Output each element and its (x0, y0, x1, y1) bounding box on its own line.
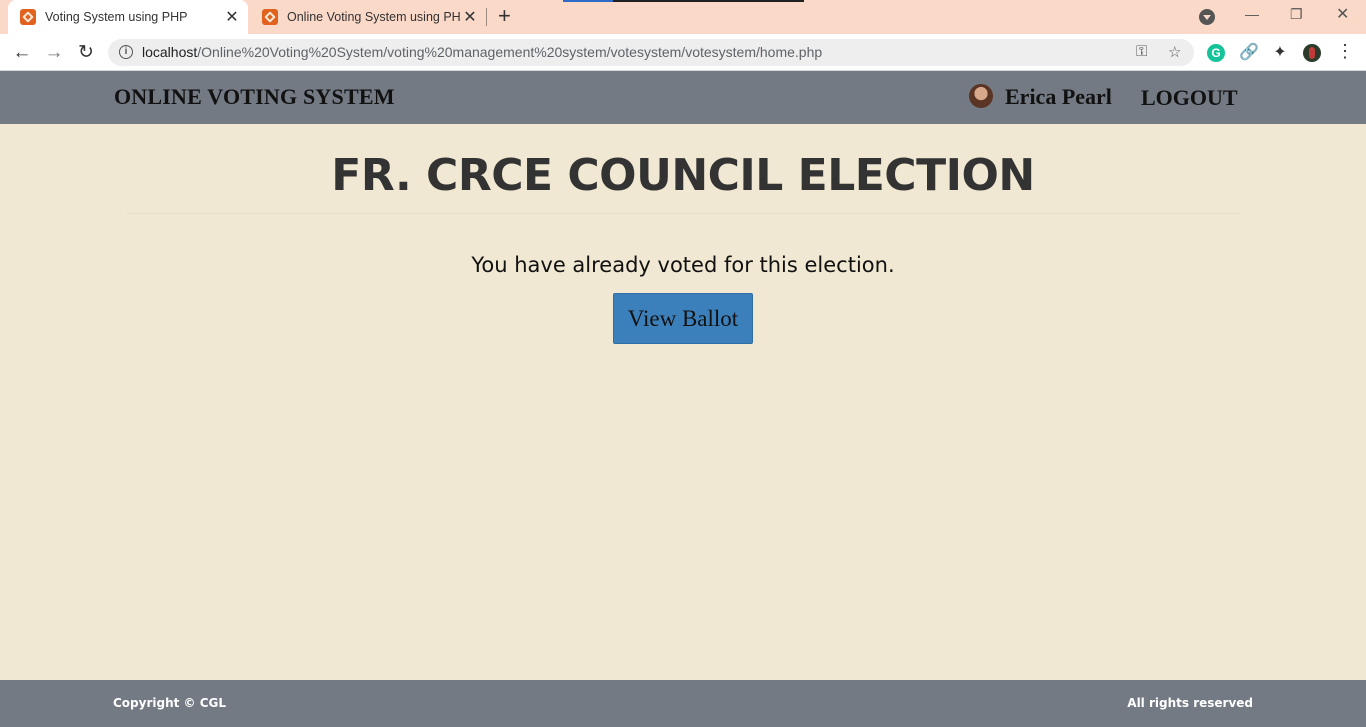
user-avatar[interactable] (969, 84, 993, 108)
close-window-button[interactable]: ✕ (1336, 4, 1349, 24)
address-bar[interactable]: i localhost/Online%20Voting%20System/vot… (108, 39, 1194, 66)
browser-tab-voting-system[interactable]: Voting System using PHP ✕ (8, 0, 248, 34)
browser-menu-icon[interactable]: ⋮ (1336, 42, 1354, 60)
url-host: localhost (142, 44, 198, 60)
back-arrow-icon[interactable]: ← (10, 41, 34, 65)
browser-toolbar: ← → ↻ i localhost/Online%20Voting%20Syst… (0, 34, 1366, 71)
user-name-link[interactable]: Erica Pearl (1005, 84, 1112, 110)
minimize-button[interactable]: — (1245, 6, 1259, 22)
tab-title: Voting System using PHP (45, 10, 188, 24)
media-strip (563, 0, 804, 2)
election-title: FR. CRCE COUNCIL ELECTION (331, 150, 1035, 201)
browser-tab-bar: Voting System using PHP ✕ Online Voting … (0, 0, 1366, 34)
new-tab-button[interactable]: + (498, 5, 511, 27)
link-extension-icon[interactable]: 🔗 (1239, 44, 1259, 62)
already-voted-message: You have already voted for this election… (471, 253, 895, 277)
title-divider (127, 213, 1239, 214)
view-ballot-button[interactable]: View Ballot (613, 293, 753, 344)
tab-title: Online Voting System using PHP (287, 10, 460, 24)
key-icon[interactable]: ⚿ (1136, 43, 1147, 60)
tab-separator (486, 8, 487, 26)
copyright-text: Copyright © CGL (113, 696, 227, 710)
url-text: localhost/Online%20Voting%20System/votin… (142, 44, 822, 60)
tab-close-icon[interactable]: ✕ (222, 7, 242, 27)
xampp-favicon-icon (262, 9, 278, 25)
brand-link[interactable]: ONLINE VOTING SYSTEM (114, 84, 395, 110)
forward-arrow-icon[interactable]: → (42, 41, 66, 65)
site-footer: Copyright © CGL All rights reserved (0, 680, 1366, 727)
tab-close-icon[interactable]: ✕ (460, 7, 480, 27)
reload-icon[interactable]: ↻ (74, 41, 98, 65)
restore-button[interactable]: ❐ (1290, 6, 1303, 23)
site-info-icon[interactable]: i (119, 45, 133, 59)
bookmark-star-icon[interactable]: ☆ (1168, 43, 1181, 61)
xampp-favicon-icon (20, 9, 36, 25)
browser-tab-online-voting-system[interactable]: Online Voting System using PHP ✕ (250, 0, 486, 34)
logout-link[interactable]: LOGOUT (1141, 85, 1238, 111)
profile-avatar-icon[interactable] (1303, 44, 1321, 62)
grammarly-extension-icon[interactable]: G (1207, 44, 1225, 62)
rights-text: All rights reserved (1127, 696, 1253, 710)
site-navbar: ONLINE VOTING SYSTEM Erica Pearl LOGOUT (0, 71, 1366, 124)
extensions-puzzle-icon[interactable]: ✦ (1271, 44, 1289, 62)
tab-search-dropdown-icon[interactable] (1199, 9, 1215, 25)
url-path: /Online%20Voting%20System/voting%20manag… (197, 44, 823, 60)
